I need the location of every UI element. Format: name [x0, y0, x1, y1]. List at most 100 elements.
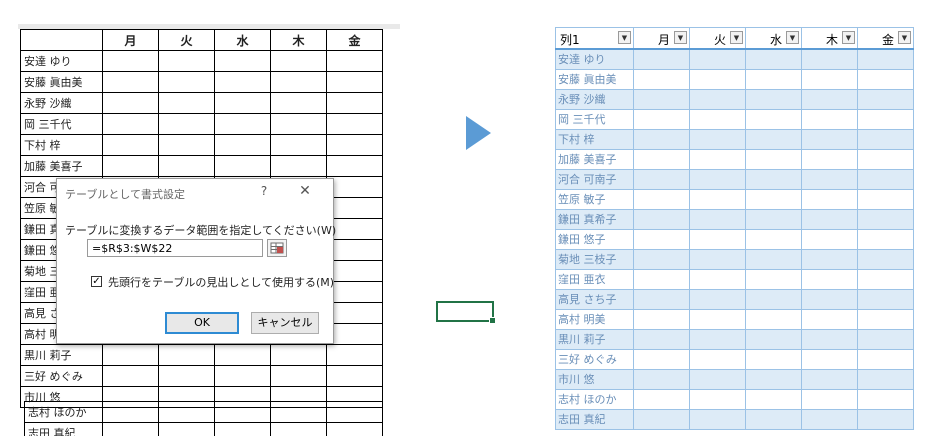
table-name-cell[interactable]: 岡 三千代 [555, 108, 634, 130]
left-cell[interactable] [102, 365, 159, 387]
left-cell[interactable] [214, 422, 271, 436]
header-fri[interactable]: 金 ▼ [857, 27, 914, 50]
header-mon[interactable]: 月 ▼ [633, 27, 690, 50]
cancel-button[interactable]: キャンセル [251, 312, 319, 334]
table-name-cell[interactable]: 高見 さち子 [555, 288, 634, 310]
table-cell[interactable] [745, 388, 802, 410]
table-cell[interactable] [745, 68, 802, 90]
table-cell[interactable] [857, 168, 914, 190]
table-cell[interactable] [801, 228, 858, 250]
table-cell[interactable] [689, 108, 746, 130]
table-cell[interactable] [689, 408, 746, 430]
table-cell[interactable] [689, 68, 746, 90]
table-cell[interactable] [857, 288, 914, 310]
left-cell[interactable] [326, 260, 383, 282]
left-cell[interactable] [158, 422, 215, 436]
left-cell[interactable] [326, 113, 383, 135]
fill-handle[interactable] [489, 317, 496, 324]
header-row-checkbox[interactable]: ✓ [91, 276, 102, 287]
left-cell[interactable] [214, 113, 271, 135]
left-cell[interactable] [326, 71, 383, 93]
header-wed[interactable]: 水 ▼ [745, 27, 802, 50]
table-cell[interactable] [633, 68, 690, 90]
left-cell[interactable] [270, 113, 327, 135]
left-cell[interactable] [214, 71, 271, 93]
left-name-cell[interactable]: 永野 沙織 [20, 92, 103, 114]
table-cell[interactable] [801, 408, 858, 430]
table-cell[interactable] [745, 168, 802, 190]
left-cell[interactable] [270, 92, 327, 114]
left-name-cell[interactable]: 下村 梓 [20, 134, 103, 156]
left-cell[interactable] [158, 71, 215, 93]
table-cell[interactable] [801, 48, 858, 70]
left-header-blank[interactable] [20, 29, 103, 51]
table-cell[interactable] [633, 108, 690, 130]
table-cell[interactable] [633, 348, 690, 370]
table-cell[interactable] [857, 88, 914, 110]
filter-dropdown-icon[interactable]: ▼ [898, 31, 911, 44]
left-cell[interactable] [102, 134, 159, 156]
table-cell[interactable] [689, 228, 746, 250]
left-cell[interactable] [158, 155, 215, 177]
table-cell[interactable] [857, 348, 914, 370]
left-cell[interactable] [326, 197, 383, 219]
left-cell[interactable] [326, 422, 383, 436]
left-cell[interactable] [270, 71, 327, 93]
table-cell[interactable] [633, 248, 690, 270]
table-cell[interactable] [801, 308, 858, 330]
left-cell[interactable] [158, 92, 215, 114]
table-cell[interactable] [745, 308, 802, 330]
table-cell[interactable] [745, 208, 802, 230]
table-cell[interactable] [633, 208, 690, 230]
left-cell[interactable] [214, 50, 271, 72]
table-cell[interactable] [801, 168, 858, 190]
selected-cell[interactable] [436, 301, 496, 324]
left-cell[interactable] [270, 365, 327, 387]
table-name-cell[interactable]: 窪田 亜衣 [555, 268, 634, 290]
table-cell[interactable] [801, 188, 858, 210]
table-cell[interactable] [633, 388, 690, 410]
filter-dropdown-icon[interactable]: ▼ [786, 31, 799, 44]
table-cell[interactable] [857, 328, 914, 350]
table-cell[interactable] [801, 248, 858, 270]
ok-button[interactable]: OK [165, 312, 239, 334]
table-name-cell[interactable]: 安達 ゆり [555, 48, 634, 70]
table-cell[interactable] [801, 288, 858, 310]
left-name-cell[interactable]: 志村 ほのか [24, 401, 103, 423]
table-cell[interactable] [801, 268, 858, 290]
left-name-cell[interactable]: 志田 真紀 [24, 422, 103, 436]
range-collapse-icon[interactable] [267, 239, 287, 257]
left-cell[interactable] [102, 344, 159, 366]
table-cell[interactable] [689, 148, 746, 170]
table-cell[interactable] [689, 248, 746, 270]
table-cell[interactable] [801, 88, 858, 110]
left-cell[interactable] [326, 281, 383, 303]
table-cell[interactable] [633, 168, 690, 190]
table-cell[interactable] [633, 308, 690, 330]
table-cell[interactable] [689, 48, 746, 70]
table-cell[interactable] [745, 108, 802, 130]
left-cell[interactable] [102, 50, 159, 72]
left-cell[interactable] [326, 344, 383, 366]
table-cell[interactable] [801, 348, 858, 370]
filter-dropdown-icon[interactable]: ▼ [730, 31, 743, 44]
left-cell[interactable] [270, 134, 327, 156]
table-cell[interactable] [689, 328, 746, 350]
table-cell[interactable] [689, 188, 746, 210]
table-cell[interactable] [857, 308, 914, 330]
table-cell[interactable] [633, 88, 690, 110]
table-cell[interactable] [745, 248, 802, 270]
table-cell[interactable] [745, 348, 802, 370]
table-name-cell[interactable]: 永野 沙織 [555, 88, 634, 110]
table-cell[interactable] [801, 368, 858, 390]
close-icon[interactable]: ✕ [297, 183, 313, 199]
table-cell[interactable] [857, 368, 914, 390]
left-cell[interactable] [102, 155, 159, 177]
left-cell[interactable] [102, 71, 159, 93]
left-cell[interactable] [270, 344, 327, 366]
header-thu[interactable]: 木 ▼ [801, 27, 858, 50]
table-cell[interactable] [633, 268, 690, 290]
left-header-tue[interactable]: 火 [158, 29, 215, 51]
table-name-cell[interactable]: 鎌田 悠子 [555, 228, 634, 250]
left-cell[interactable] [102, 401, 159, 423]
